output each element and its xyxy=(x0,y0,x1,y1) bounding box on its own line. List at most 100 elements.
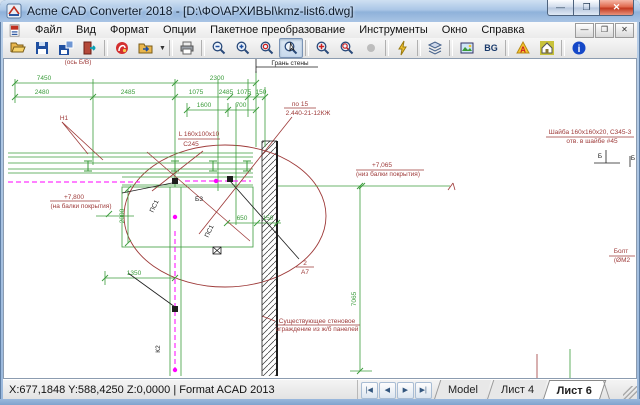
cad-label: 2000 xyxy=(119,208,126,223)
first-sheet-button[interactable]: |◀ xyxy=(360,381,378,399)
menu-item-tools[interactable]: Инструменты xyxy=(352,23,435,37)
pan-disabled-icon xyxy=(367,44,375,52)
close-button[interactable]: ✕ xyxy=(599,0,634,16)
home-button[interactable] xyxy=(535,38,559,58)
zoom-in-button[interactable] xyxy=(231,38,255,58)
cad-label: +7,065 xyxy=(372,162,392,169)
toolbar-separator xyxy=(417,40,421,56)
window-frame xyxy=(0,399,640,405)
menu-item-batch-convert[interactable]: Пакетное преобразование xyxy=(203,23,352,37)
svg-text:i: i xyxy=(578,44,581,55)
mdi-close-button[interactable]: ✕ xyxy=(615,22,634,38)
menu-item-view[interactable]: Вид xyxy=(69,23,103,37)
toolbar-separator xyxy=(104,40,108,56)
drawing-viewport[interactable]: 7450 2300 2480 2485 1075 2485 1075 150 1600 700 65… xyxy=(3,58,637,379)
layers-icon xyxy=(427,41,443,55)
cad-label: Б xyxy=(598,153,602,160)
toolbar-separator xyxy=(449,40,453,56)
cad-label: 2300 xyxy=(210,75,225,82)
menu-item-window[interactable]: Окно xyxy=(435,23,475,37)
toolbar: ▼ BG Ai xyxy=(3,38,637,59)
app-window: Acme CAD Converter 2018 - [D:\ФО\АРХИВЫ\… xyxy=(0,0,640,405)
last-sheet-button[interactable]: ▶| xyxy=(414,381,432,399)
about-button[interactable]: i xyxy=(567,38,591,58)
font-icon: A xyxy=(516,40,530,55)
mdi-minimize-button[interactable]: — xyxy=(575,22,594,38)
app-icon xyxy=(6,3,22,19)
menu-bar: Файл Вид Формат Опции Пакетное преобразовани… xyxy=(3,22,637,39)
zoom-all-button[interactable] xyxy=(311,38,335,58)
print-icon xyxy=(180,41,194,55)
zoom-window-button[interactable] xyxy=(279,38,303,58)
tab-list6[interactable]: Лист 6 xyxy=(542,380,607,400)
open-button[interactable] xyxy=(6,38,30,58)
cad-label: 150 xyxy=(263,215,274,222)
save-button[interactable] xyxy=(30,38,54,58)
menu-item-format[interactable]: Формат xyxy=(103,23,156,37)
tab-list4[interactable]: Лист 4 xyxy=(486,380,548,400)
minimize-button[interactable]: — xyxy=(547,0,574,16)
image-view-button[interactable] xyxy=(455,38,479,58)
node-square xyxy=(227,176,233,182)
zoom-previous-button[interactable] xyxy=(255,38,279,58)
menu-item-options[interactable]: Опции xyxy=(156,23,203,37)
background-color-button[interactable]: BG xyxy=(479,38,503,58)
menu-item-help[interactable]: Справка xyxy=(474,23,531,37)
cad-label: Грань стены xyxy=(271,60,309,67)
zoom-out-icon xyxy=(212,41,226,55)
center-dot xyxy=(172,367,178,373)
tab-label: Лист 4 xyxy=(500,384,534,396)
toolbar-separator xyxy=(169,40,173,56)
cad-label: Н1 xyxy=(60,115,69,122)
toolbar-separator xyxy=(201,40,205,56)
mdi-controls: — ❐ ✕ xyxy=(575,22,637,38)
prev-sheet-button[interactable]: ◀ xyxy=(378,381,396,399)
cad-label: К2 xyxy=(155,345,162,353)
zoom-in-icon xyxy=(236,41,250,55)
next-sheet-button[interactable]: ▶ xyxy=(396,381,414,399)
quick-convert-button[interactable] xyxy=(391,38,415,58)
batch-convert-button[interactable] xyxy=(134,38,158,58)
detail-ellipse xyxy=(123,144,327,288)
text-style-button[interactable]: A xyxy=(511,38,535,58)
cad-label: 2.440-21-12КЖ xyxy=(286,110,331,117)
cad-label: А7 xyxy=(301,269,309,276)
save-icon xyxy=(36,42,48,54)
resize-grip[interactable] xyxy=(623,386,637,400)
menu-item-file[interactable]: Файл xyxy=(28,23,69,37)
cad-label: 2480 xyxy=(35,89,50,96)
cad-label: 2485 xyxy=(219,89,234,96)
close-file-button[interactable] xyxy=(78,38,102,58)
find-button[interactable] xyxy=(335,38,359,58)
tab-label: Лист 6 xyxy=(556,384,592,397)
cad-label: 150 xyxy=(256,89,267,96)
cad-label: 2485 xyxy=(121,89,136,96)
save-as-icon xyxy=(59,40,74,55)
zoom-previous-icon xyxy=(260,41,274,55)
tab-strip-end xyxy=(602,380,625,400)
zoom-out-button[interactable] xyxy=(207,38,231,58)
mdi-restore-button[interactable]: ❐ xyxy=(595,22,614,38)
save-as-button[interactable] xyxy=(54,38,78,58)
title-bar[interactable]: Acme CAD Converter 2018 - [D:\ФО\АРХИВЫ\… xyxy=(0,0,640,22)
maximize-button[interactable]: ❐ xyxy=(574,0,599,16)
cad-label: (низ балки покрытия) xyxy=(356,170,420,178)
cad-line xyxy=(452,182,456,191)
toolbar-separator xyxy=(385,40,389,56)
cad-label: 2 xyxy=(303,260,307,267)
wall-section-hatch xyxy=(262,141,277,376)
node-square xyxy=(172,306,178,312)
cad-label: 700 xyxy=(236,102,247,109)
print-button[interactable] xyxy=(175,38,199,58)
menu-items: Файл Вид Формат Опции Пакетное преобразовани… xyxy=(28,23,532,37)
pdf-convert-button[interactable] xyxy=(110,38,134,58)
toolbar-separator xyxy=(305,40,309,56)
cad-label: С245 xyxy=(183,141,199,148)
tab-model[interactable]: Model xyxy=(433,380,491,400)
dropdown-caret-icon[interactable]: ▼ xyxy=(158,39,167,57)
sheet-tabs: Model Лист 4 Лист 6 xyxy=(433,380,607,400)
layers-button[interactable] xyxy=(423,38,447,58)
cad-drawing[interactable]: 7450 23002480 2485 1075 2485 1075 1501600 70065… xyxy=(4,59,636,379)
find-icon xyxy=(340,41,354,55)
svg-text:A: A xyxy=(520,46,526,55)
